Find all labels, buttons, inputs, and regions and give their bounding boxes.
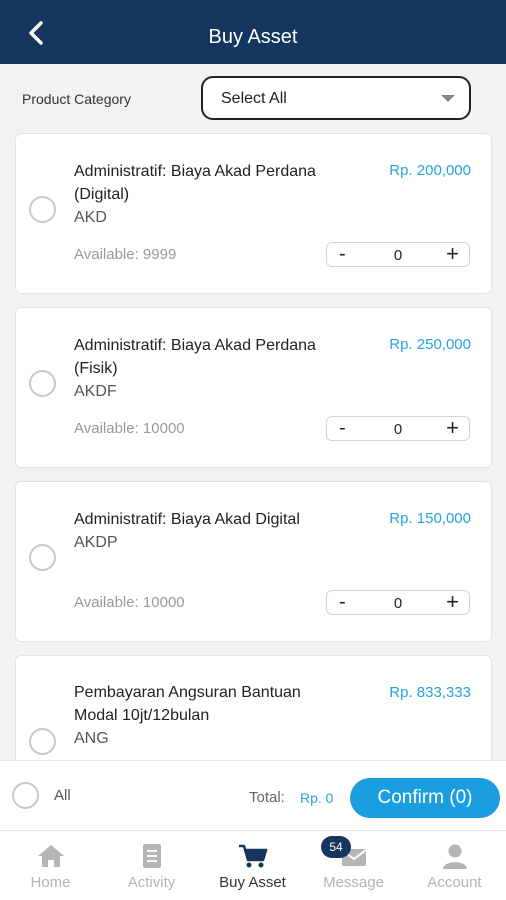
cart-icon: [238, 844, 267, 868]
category-filter-bar: Product Category Select All: [0, 64, 506, 132]
total-value: Rp. 0: [300, 790, 334, 806]
product-name: Administratif: Biaya Akad Digital AKDP: [74, 508, 324, 554]
tab-buy-asset[interactable]: Buy Asset: [202, 831, 303, 900]
product-code: ANG: [74, 730, 109, 747]
increment-button[interactable]: +: [446, 417, 459, 439]
product-availability: Available: 10000: [74, 420, 185, 437]
product-name: Administratif: Biaya Akad Perdana (Fisik…: [74, 334, 324, 403]
product-card: Administratif: Biaya Akad Digital AKDP R…: [15, 481, 492, 642]
total-label: Total:: [249, 789, 285, 806]
quantity-stepper: - 0 +: [326, 242, 470, 267]
page-title: Buy Asset: [208, 26, 298, 48]
product-availability: Available: 9999: [74, 246, 177, 263]
product-code: AKDP: [74, 534, 118, 551]
tab-label: Home: [30, 874, 71, 891]
product-price: Rp. 250,000: [389, 336, 471, 353]
app-header: Buy Asset: [0, 0, 506, 64]
quantity-stepper: - 0 +: [326, 416, 470, 441]
increment-button[interactable]: +: [446, 243, 459, 265]
bottom-tab-bar: Home Activity Buy Asset 54 Message Accou…: [0, 830, 506, 900]
tab-account[interactable]: Account: [404, 831, 505, 900]
tab-label: Message: [323, 874, 384, 891]
product-code: AKDF: [74, 383, 117, 400]
tab-home[interactable]: Home: [0, 831, 101, 900]
category-select-value: Select All: [221, 90, 287, 107]
increment-button[interactable]: +: [446, 591, 459, 613]
product-select-radio[interactable]: [29, 370, 56, 397]
quantity-stepper: - 0 +: [326, 590, 470, 615]
category-select[interactable]: Select All: [201, 76, 471, 120]
tab-label: Buy Asset: [219, 874, 286, 891]
document-icon: [142, 844, 161, 868]
tab-message[interactable]: 54 Message: [303, 831, 404, 900]
category-label: Product Category: [22, 91, 131, 107]
product-name: Administratif: Biaya Akad Perdana (Digit…: [74, 160, 324, 229]
caret-down-icon: [441, 95, 455, 102]
product-select-radio[interactable]: [29, 196, 56, 223]
tab-activity[interactable]: Activity: [101, 831, 202, 900]
home-icon: [37, 845, 64, 867]
select-all-label: All: [54, 787, 71, 804]
product-card: Administratif: Biaya Akad Perdana (Digit…: [15, 133, 492, 294]
product-card: Administratif: Biaya Akad Perdana (Fisik…: [15, 307, 492, 468]
confirm-button[interactable]: Confirm (0): [350, 778, 500, 818]
product-select-radio[interactable]: [29, 544, 56, 571]
tab-label: Account: [427, 874, 482, 891]
select-all-radio[interactable]: [12, 782, 39, 809]
product-price: Rp. 833,333: [389, 684, 471, 701]
product-availability: Available: 10000: [74, 594, 185, 611]
order-summary-bar: All Total: Rp. 0 Confirm (0): [0, 760, 506, 830]
product-code: AKD: [74, 209, 107, 226]
product-price: Rp. 200,000: [389, 162, 471, 179]
tab-label: Activity: [127, 874, 176, 891]
product-select-radio[interactable]: [29, 728, 56, 755]
product-price: Rp. 150,000: [389, 510, 471, 527]
message-count-badge: 54: [321, 836, 351, 858]
person-icon: [442, 844, 467, 869]
product-name: Pembayaran Angsuran Bantuan Modal 10jt/1…: [74, 681, 324, 750]
